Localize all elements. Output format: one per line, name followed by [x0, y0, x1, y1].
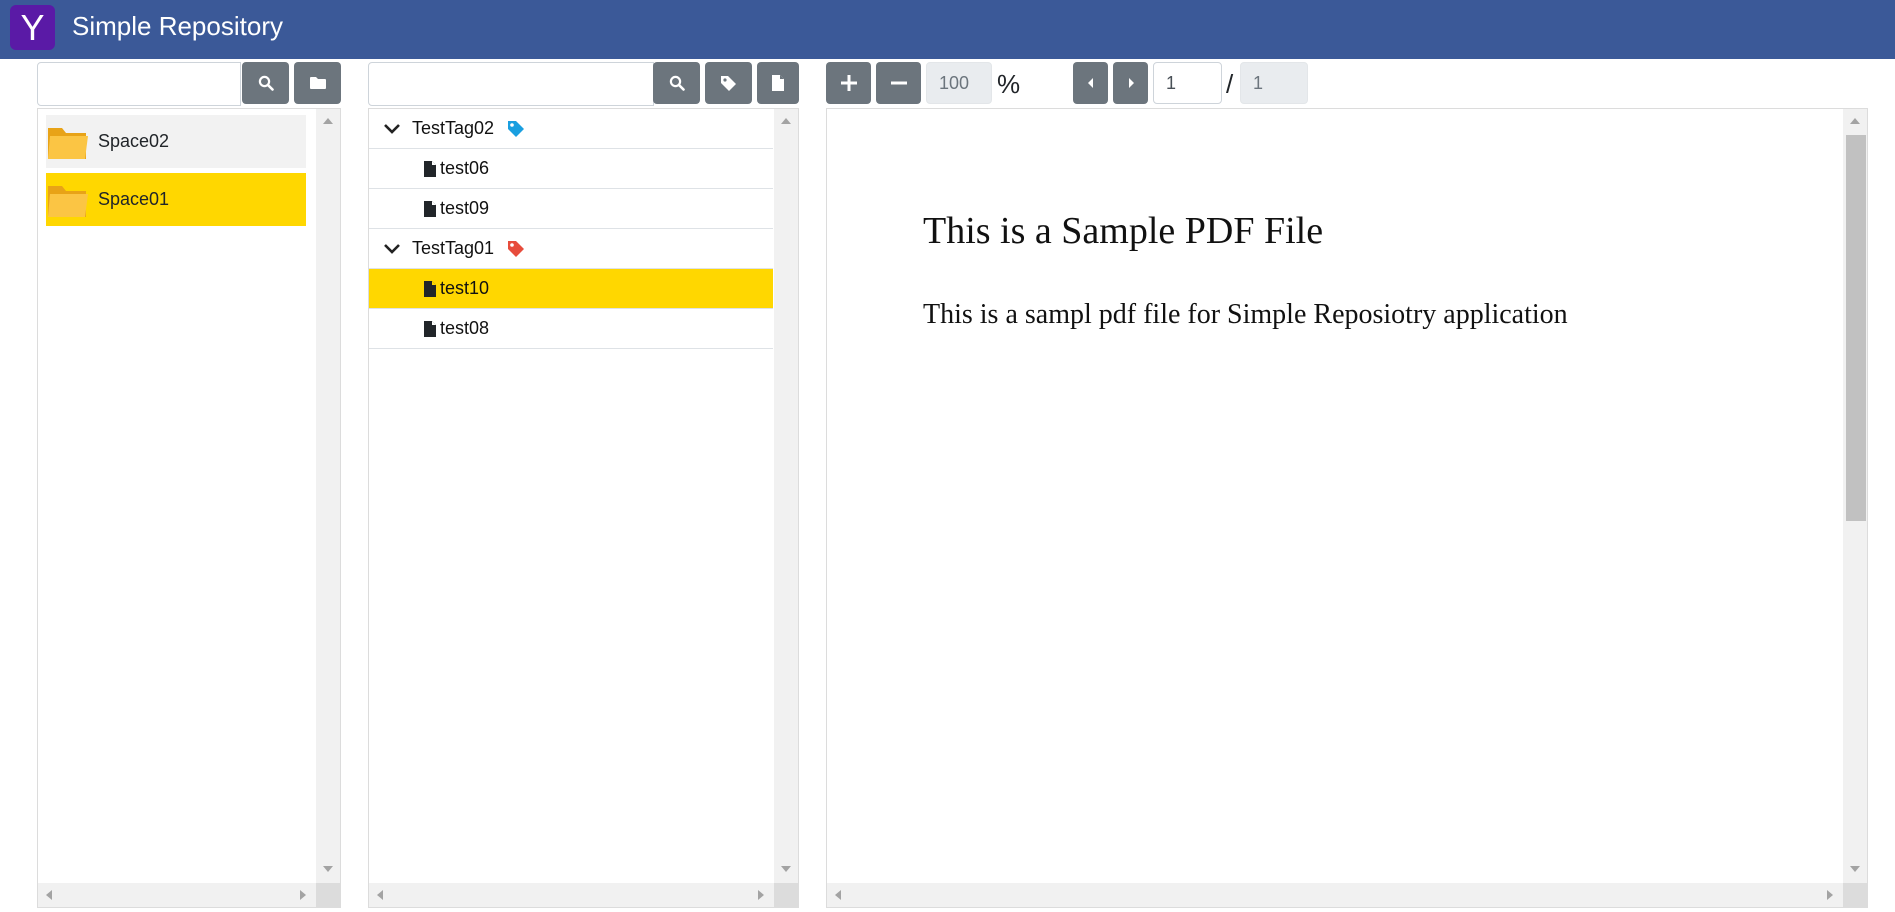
scroll-left-arrow[interactable] [835, 890, 841, 900]
chevron-down-icon[interactable] [383, 243, 401, 255]
folder-icon [48, 127, 88, 159]
pdf-viewer: This is a Sample PDF File This is a samp… [826, 108, 1868, 908]
app-title: Simple Repository [72, 11, 283, 41]
horizontal-scrollbar[interactable] [827, 883, 1843, 907]
chevron-down-icon[interactable] [383, 123, 401, 135]
new-space-button[interactable] [294, 62, 341, 104]
file-label: test10 [440, 278, 490, 298]
space-item[interactable]: Space01 [46, 173, 306, 226]
app-header: Y Simple Repository [0, 0, 1895, 59]
tag-label: TestTag02 [412, 118, 495, 138]
space-item[interactable]: Space02 [46, 115, 306, 168]
scroll-up-arrow[interactable] [323, 118, 333, 124]
space-search-input[interactable] [37, 62, 241, 106]
file-icon [424, 200, 436, 217]
scroll-left-arrow[interactable] [377, 890, 383, 900]
plus-icon [840, 75, 857, 91]
file-search-button[interactable] [653, 62, 700, 104]
caret-left-icon [1087, 78, 1093, 88]
space-label: Space02 [98, 131, 170, 151]
new-file-button[interactable] [757, 62, 799, 104]
file-row[interactable]: test10 [369, 269, 773, 309]
scroll-right-arrow[interactable] [758, 890, 764, 900]
space-search-button[interactable] [242, 62, 289, 104]
next-page-button[interactable] [1113, 62, 1148, 104]
tag-group-row[interactable]: TestTag01 [369, 229, 773, 269]
file-label: test06 [440, 158, 490, 178]
scroll-down-arrow[interactable] [1850, 866, 1860, 872]
document-heading: This is a Sample PDF File [923, 210, 1324, 252]
file-row[interactable]: test08 [369, 309, 773, 349]
vertical-scrollbar[interactable] [1843, 109, 1867, 883]
tag-icon [721, 75, 736, 91]
file-label: test08 [440, 318, 490, 338]
file-search-input[interactable] [368, 62, 654, 106]
tag-group-row[interactable]: TestTag02 [369, 109, 773, 149]
file-icon [424, 320, 436, 337]
app-logo[interactable]: Y [10, 5, 55, 50]
vertical-scrollbar[interactable] [774, 109, 798, 883]
page-number-input[interactable]: 1 [1153, 62, 1222, 104]
zoom-unit: % [997, 69, 1021, 99]
zoom-level-field: 100 [926, 62, 992, 104]
spaces-panel: Space02 Space01 [37, 108, 341, 908]
tag-label: TestTag01 [412, 238, 495, 258]
folder-icon [48, 185, 88, 217]
scroll-left-arrow[interactable] [46, 890, 52, 900]
search-icon [258, 75, 274, 91]
vertical-scrollbar[interactable] [316, 109, 340, 883]
file-icon [772, 75, 784, 91]
scroll-thumb[interactable] [1846, 135, 1866, 521]
previous-page-button[interactable] [1073, 62, 1108, 104]
scroll-corner [1843, 883, 1867, 907]
scroll-right-arrow[interactable] [300, 890, 306, 900]
space-label: Space01 [98, 189, 170, 209]
scroll-corner [316, 883, 340, 907]
zoom-in-button[interactable] [826, 62, 871, 104]
scroll-corner [774, 883, 798, 907]
scroll-right-arrow[interactable] [1827, 890, 1833, 900]
file-icon [424, 280, 436, 297]
file-row[interactable]: test06 [369, 149, 773, 189]
search-icon [669, 75, 685, 91]
caret-right-icon [1128, 78, 1134, 88]
horizontal-scrollbar[interactable] [369, 883, 774, 907]
scroll-down-arrow[interactable] [781, 866, 791, 872]
tag-tree-panel: TestTag02 test06 test09 TestTag01 test10… [368, 108, 799, 908]
zoom-out-button[interactable] [876, 62, 921, 104]
page-total-field: 1 [1240, 62, 1308, 104]
new-tag-button[interactable] [705, 62, 752, 104]
file-row[interactable]: test09 [369, 189, 773, 229]
page-separator: / [1226, 69, 1234, 99]
scroll-down-arrow[interactable] [323, 866, 333, 872]
file-icon [424, 160, 436, 177]
folder-icon [309, 77, 326, 89]
horizontal-scrollbar[interactable] [38, 883, 316, 907]
file-label: test09 [440, 198, 490, 218]
scroll-up-arrow[interactable] [781, 118, 791, 124]
document-body-text: This is a sampl pdf file for Simple Repo… [923, 299, 1568, 330]
scroll-up-arrow[interactable] [1850, 118, 1860, 124]
tag-icon [508, 240, 525, 257]
tag-icon [508, 120, 525, 137]
minus-icon [890, 81, 907, 85]
